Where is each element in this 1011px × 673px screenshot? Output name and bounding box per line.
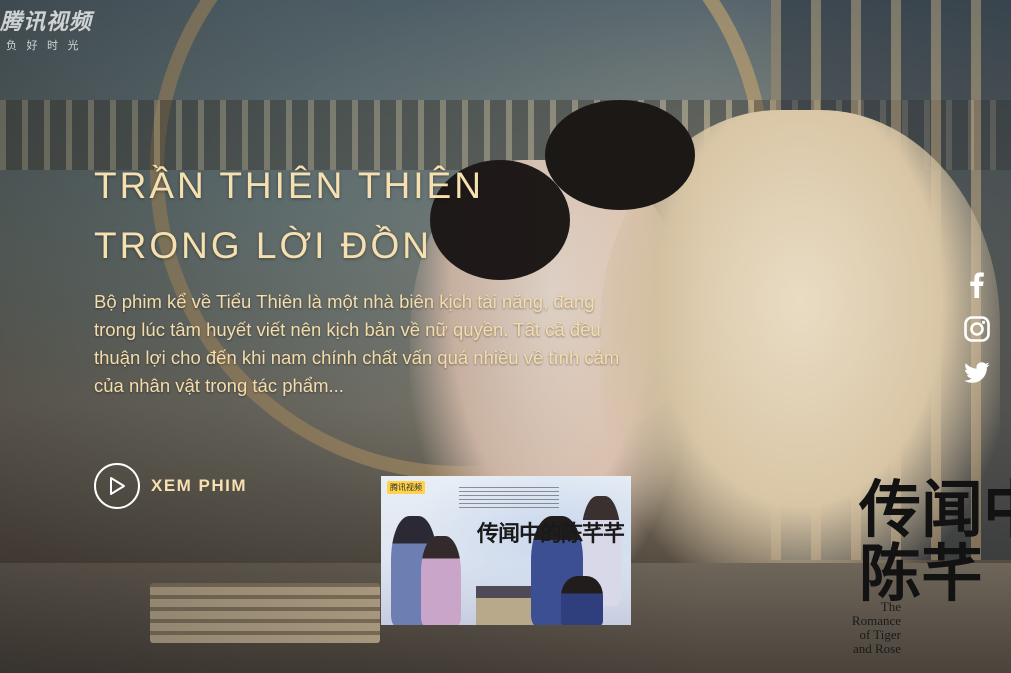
- calligraphy-english-line2: of Tiger: [859, 627, 901, 642]
- movie-description: Bộ phim kể về Tiểu Thiên là một nhà biên…: [94, 291, 620, 396]
- facebook-icon[interactable]: [963, 270, 991, 300]
- social-links: [963, 270, 991, 388]
- tencent-video-watermark: 腾讯视频 负 好 时 光: [0, 4, 92, 53]
- movie-title-line2: TRONG LỜI ĐỒN: [94, 225, 432, 266]
- calligraphy-title: 传闻中 陈芊 The Romance of Tiger and Rose: [851, 478, 1011, 673]
- watch-movie-label[interactable]: XEM PHIM: [151, 476, 247, 496]
- instagram-icon[interactable]: [963, 314, 991, 344]
- movie-title-line1: TRẦN THIÊN THIÊN: [94, 165, 484, 206]
- poster-palace: [476, 586, 536, 625]
- poster-figure: [421, 536, 461, 625]
- calligraphy-english-title: The Romance of Tiger and Rose: [851, 600, 901, 656]
- movie-title: TRẦN THIÊN THIÊN TRONG LỜI ĐỒN: [94, 156, 484, 276]
- poster-figure: [561, 576, 603, 625]
- calligraphy-english-line1: The Romance: [851, 599, 901, 628]
- calligraphy-english-line3: and Rose: [852, 641, 901, 656]
- play-icon[interactable]: [94, 463, 140, 509]
- watermark-subtitle: 负 好 时 光: [6, 39, 82, 52]
- movie-poster-thumbnail[interactable]: 腾讯视频 传闻中的陈芊芊: [381, 476, 631, 625]
- watermark-title: 腾讯视频: [0, 10, 93, 35]
- calligraphy-chinese-title: 传闻中 陈芊: [859, 478, 1011, 610]
- twitter-icon[interactable]: [963, 358, 991, 388]
- poster-logo: 腾讯视频: [387, 481, 425, 494]
- poster-title: 传闻中的陈芊芊: [477, 521, 625, 547]
- poster-credits: [459, 486, 559, 508]
- watch-movie-button[interactable]: XEM PHIM: [94, 461, 247, 511]
